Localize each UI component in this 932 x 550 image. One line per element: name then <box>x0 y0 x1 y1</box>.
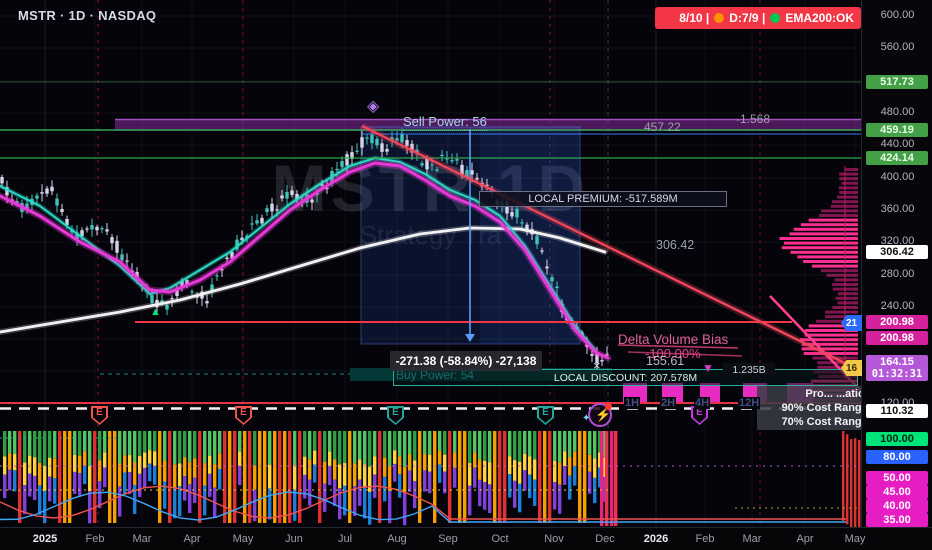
time-label-Sep: Sep <box>438 533 458 545</box>
status-banner[interactable]: 8/10 | D:7/9 | EMA200:OK <box>655 7 861 29</box>
local-premium-box[interactable]: LOCAL PREMIUM: -517.589M <box>479 191 727 207</box>
indicator-badge-50.00: 50.00 <box>866 471 928 485</box>
buy-signal-triangle-icon: ▲ <box>150 306 161 318</box>
price-label-360.00: 360.00 <box>862 203 932 215</box>
time-label-Jun: Jun <box>285 533 303 545</box>
indicator-badge-100.00: 100.00 <box>866 432 928 446</box>
trading-chart-app: MSTR 1D Strategy Tra Sell Power: 56LOCAL… <box>0 0 932 550</box>
time-label-Apr: Apr <box>183 533 200 545</box>
price-badge-200.98: 200.98 <box>866 315 928 329</box>
price-badge-424.14: 424.14 <box>866 151 928 165</box>
indicator-badge-40.00: 40.00 <box>866 499 928 513</box>
shield-letter: E <box>91 407 108 418</box>
time-label-Feb: Feb <box>86 533 105 545</box>
sell-power-label: Sell Power: 56 <box>403 114 487 131</box>
price-badge-517.73: 517.73 <box>866 75 928 89</box>
time-label-Nov: Nov <box>544 533 564 545</box>
countdown-timer: 01:32:31 <box>866 368 928 380</box>
time-label-May: May <box>233 533 254 545</box>
price-badge-306.42: 306.42 <box>866 245 928 259</box>
exit-shield-badge-2[interactable]: E <box>387 406 404 425</box>
price-label-480.00: 480.00 <box>862 106 932 118</box>
price-label-280.00: 280.00 <box>862 268 932 280</box>
trendline-value-306: 306.42 <box>656 238 694 252</box>
daily-status-label: D:7/9 | <box>729 11 765 25</box>
price-label-600.00: 600.00 <box>862 9 932 21</box>
ema-status-label: EMA200:OK <box>785 11 854 25</box>
time-label-Mar: Mar <box>133 533 152 545</box>
trendline-value-155: 155.61 <box>646 354 684 368</box>
alert-dot-icon <box>605 403 612 410</box>
time-label-Aug: Aug <box>387 533 407 545</box>
trendline-slope-label: -1.568 <box>736 112 770 126</box>
timeframe-marker-12H: 12H <box>738 397 760 409</box>
indicator-badge-45.00: 45.00 <box>866 485 928 499</box>
symbol-title[interactable]: MSTR · 1D · NASDAQ <box>18 8 156 23</box>
measure-tooltip: -271.38 (-58.84%) -27,138 <box>390 351 542 371</box>
trendline-value-457: 457.22 <box>644 120 681 134</box>
sparkle-icon: ✦ <box>582 413 590 424</box>
close-cross-marker-icon: × <box>593 358 601 373</box>
price-badge-110.32: 110.32 <box>866 404 928 418</box>
timeframe-marker-4H: 4H <box>694 397 710 409</box>
price-label-560.00: 560.00 <box>862 41 932 53</box>
daily-dot-icon <box>714 13 724 23</box>
exit-shield-badge-0[interactable]: E <box>91 406 108 425</box>
time-label-May: May <box>845 533 866 545</box>
exit-shield-badge-3[interactable]: E <box>537 406 554 425</box>
chart-overlays: Sell Power: 56LOCAL PREMIUM: -517.589MBu… <box>0 0 861 527</box>
price-label-440.00: 440.00 <box>862 138 932 150</box>
exit-shield-badge-1[interactable]: E <box>235 406 252 425</box>
sell-arrow-icon: ▼ <box>702 361 714 375</box>
time-label-Apr: Apr <box>796 533 813 545</box>
indicator-badge-35.00: 35.00 <box>866 513 928 527</box>
time-label-Oct: Oct <box>491 533 508 545</box>
price-badge-459.19: 459.19 <box>866 123 928 137</box>
local-discount-box[interactable]: LOCAL DISCOUNT: 207.578M <box>393 369 858 386</box>
shield-letter: E <box>537 407 554 418</box>
price-badge-164.15: 164.1501:32:31 <box>866 355 928 381</box>
time-label-Mar: Mar <box>743 533 762 545</box>
poc-volume-label: 1.235B <box>723 363 775 377</box>
shield-letter: E <box>235 407 252 418</box>
delta-volume-bias-title: Delta Volume Bias <box>618 332 728 347</box>
price-badge-200.98: 200.98 <box>866 331 928 345</box>
diamond-event-icon: ◈ <box>367 96 379 116</box>
time-label-Feb: Feb <box>696 533 715 545</box>
timeframe-marker-2H: 2H <box>660 397 676 409</box>
score-label: 8/10 | <box>679 11 709 25</box>
price-label-400.00: 400.00 <box>862 171 932 183</box>
time-label-Dec: Dec <box>595 533 615 545</box>
price-label-240.00: 240.00 <box>862 300 932 312</box>
shield-letter: E <box>387 407 404 418</box>
time-label-2025: 2025 <box>33 533 57 545</box>
time-axis[interactable]: 2025 Feb Mar Apr May Jun Jul Aug Sep Oct Nov Dec 202… <box>0 527 932 550</box>
timeframe-marker-1H: 1H <box>624 397 640 409</box>
price-axis[interactable]: 600.00560.00480.00440.00400.00360.00320.… <box>861 0 932 527</box>
time-label-2026: 2026 <box>644 533 668 545</box>
indicator-badge-80.00: 80.00 <box>866 450 928 464</box>
time-label-Jul: Jul <box>338 533 352 545</box>
ema-dot-icon <box>770 13 780 23</box>
lightning-alert-icon[interactable]: ⚡✦ <box>588 403 612 427</box>
